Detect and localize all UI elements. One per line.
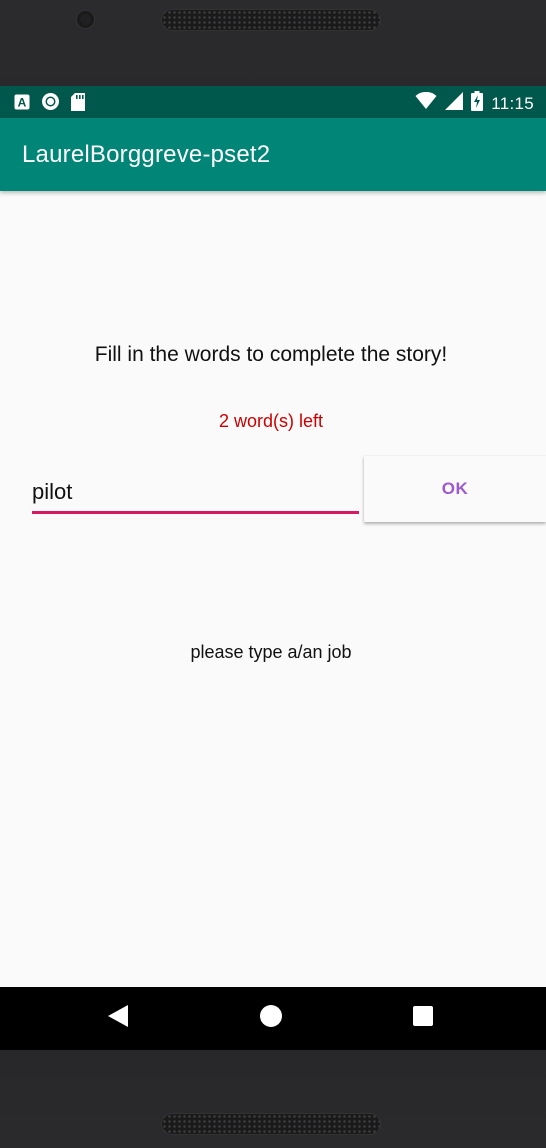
circle-notification-icon [41, 92, 60, 116]
back-button[interactable] [78, 987, 158, 1050]
app-bar: LaurelBorggreve-pset2 [0, 118, 546, 191]
signal-icon [445, 92, 464, 115]
status-time: 11:15 [491, 93, 534, 113]
word-type-hint: please type a/an job [190, 642, 352, 662]
ok-button[interactable]: OK [364, 456, 546, 522]
battery-charging-icon [471, 91, 484, 116]
back-icon [107, 1004, 129, 1033]
front-camera [77, 11, 94, 28]
home-icon [259, 1004, 283, 1033]
recents-icon [413, 1006, 433, 1031]
wifi-icon [415, 91, 437, 115]
status-system-icons: 11:15 [415, 91, 534, 116]
status-notification-icons: A [14, 92, 85, 116]
bottom-speaker [162, 1114, 380, 1134]
word-input[interactable] [32, 473, 359, 514]
home-button[interactable] [231, 987, 311, 1050]
navigation-bar [0, 987, 546, 1050]
screen: A 11:15 LaurelBorggreve-pset2 Fill in th… [0, 86, 546, 1050]
svg-text:A: A [18, 95, 27, 109]
status-bar: A 11:15 [0, 86, 546, 118]
sd-card-icon [71, 92, 85, 116]
instructions-text: Fill in the words to complete the story! [94, 343, 448, 366]
a-notification-icon: A [14, 94, 30, 115]
phone-frame: A 11:15 LaurelBorggreve-pset2 Fill in th… [0, 0, 546, 1148]
app-title: LaurelBorggreve-pset2 [22, 141, 271, 168]
top-speaker [162, 10, 380, 30]
words-left-counter: 2 word(s) left [218, 411, 324, 431]
recents-button[interactable] [383, 987, 463, 1050]
